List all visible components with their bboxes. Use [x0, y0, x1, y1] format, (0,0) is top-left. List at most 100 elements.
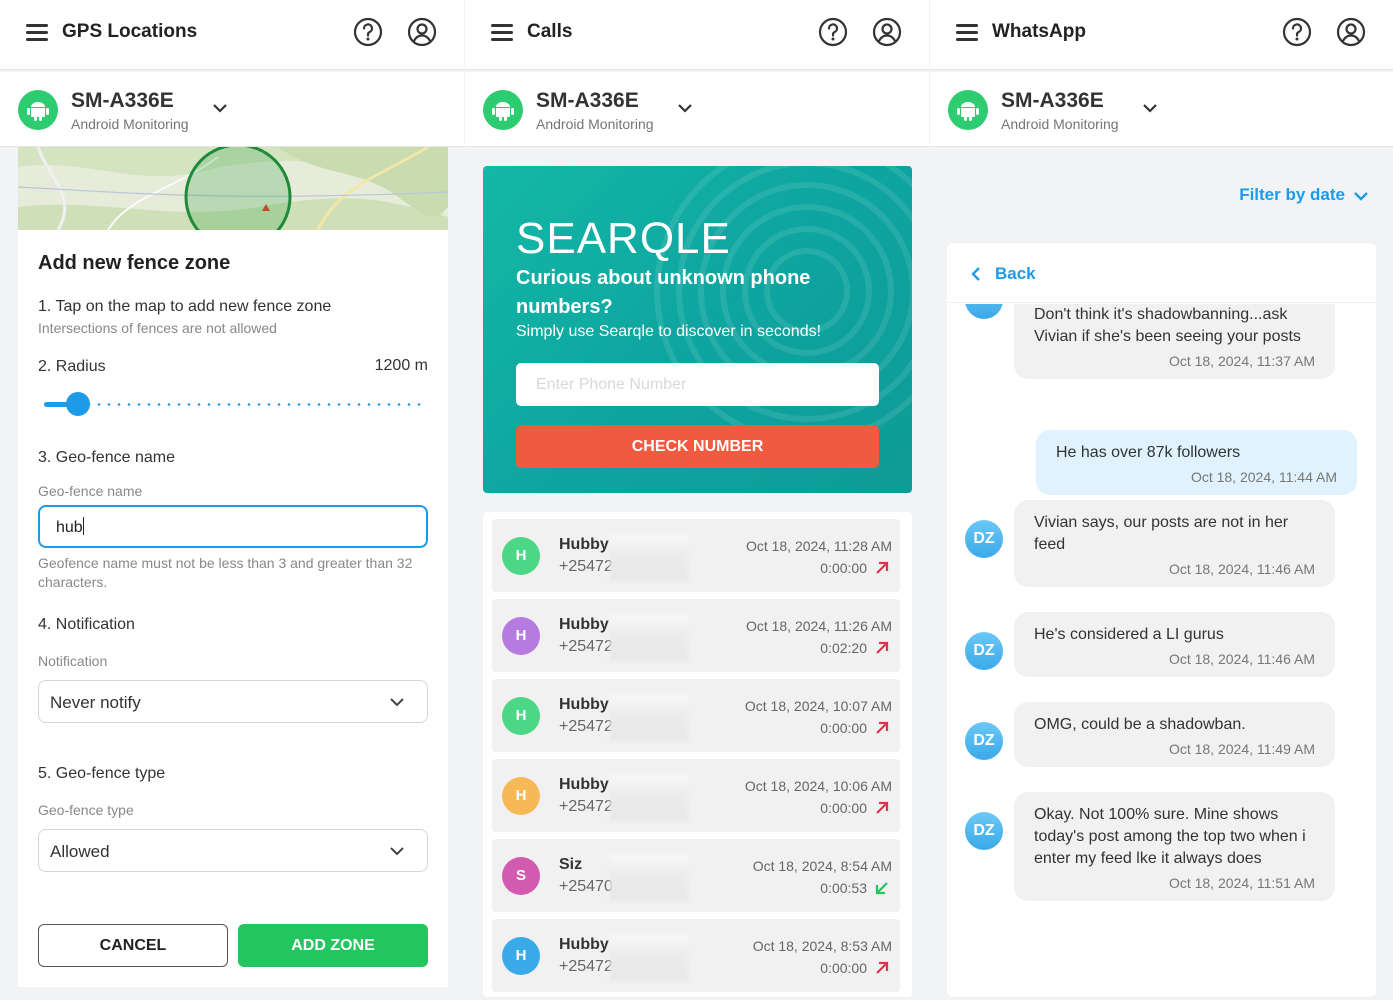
back-button[interactable]: Back: [995, 264, 1036, 284]
step-5-label: 5. Geo-fence type: [38, 765, 166, 782]
contact-avatar: H: [502, 697, 540, 735]
android-icon: [18, 90, 58, 130]
call-duration: 0:00:00: [820, 800, 867, 816]
map[interactable]: [18, 147, 448, 230]
banner-subtitle: Simply use Searqle to discover in second…: [516, 323, 822, 340]
help-icon[interactable]: [818, 17, 848, 47]
contact-avatar: H: [502, 937, 540, 975]
message-time: Oct 18, 2024, 11:49 AM: [1168, 741, 1315, 757]
outgoing-call-icon: [876, 641, 889, 654]
step-1-label: 1. Tap on the map to add new fence zone: [38, 298, 332, 315]
notification-label: Notification: [38, 653, 108, 669]
help-icon[interactable]: [353, 17, 383, 47]
android-icon: [948, 90, 988, 130]
call-row[interactable]: S Siz +25470 Oct 18, 2024, 8:54 AM 0:00:53: [492, 839, 900, 912]
call-duration: 0:00:00: [820, 560, 867, 576]
contact-avatar: H: [502, 537, 540, 575]
redaction-blur: [610, 935, 688, 981]
sender-avatar: DZ: [965, 632, 1003, 670]
add-zone-button[interactable]: ADD ZONE: [238, 924, 428, 967]
help-icon[interactable]: [1282, 17, 1312, 47]
name-field-label: Geo-fence name: [38, 483, 143, 499]
incoming-message: OMG, could be a shadowban. Oct 18, 2024, …: [1014, 702, 1335, 767]
geofence-name-input[interactable]: hub: [38, 505, 428, 548]
contact-name: Hubby: [559, 776, 609, 793]
account-icon[interactable]: [1336, 17, 1366, 47]
sender-avatar: DZ: [965, 722, 1003, 760]
device-selector[interactable]: SM-A336E Android Monitoring: [930, 72, 1393, 147]
message-time: Oct 18, 2024, 11:46 AM: [1168, 561, 1315, 577]
cancel-button[interactable]: CANCEL: [38, 924, 228, 967]
page-title: WhatsApp: [992, 21, 1086, 42]
device-subtitle: Android Monitoring: [536, 116, 654, 132]
message-time: Oct 18, 2024, 11:46 AM: [1168, 651, 1315, 667]
sender-avatar: DZ: [965, 520, 1003, 558]
incoming-message: Don't think it's shadowbanning...ask Viv…: [1014, 304, 1335, 379]
phone-number: +25472: [559, 718, 613, 735]
banner-title: Curious about unknown phone numbers?: [516, 267, 811, 318]
check-number-button[interactable]: CHECK NUMBER: [516, 425, 879, 468]
call-row[interactable]: H Hubby +25472 Oct 18, 2024, 11:28 AM 0:00:0…: [492, 519, 900, 592]
incoming-message: Okay. Not 100% sure. Mine shows today's …: [1014, 792, 1335, 901]
account-icon[interactable]: [872, 17, 902, 47]
call-duration: 0:02:20: [820, 640, 867, 656]
call-row[interactable]: H Hubby +25472 Oct 18, 2024, 10:06 AM 0:00:0…: [492, 759, 900, 832]
top-bar: WhatsApp: [930, 0, 1393, 70]
page-title: GPS Locations: [62, 21, 198, 42]
device-selector[interactable]: SM-A336E Android Monitoring: [0, 72, 464, 147]
account-icon[interactable]: [407, 17, 437, 47]
menu-icon[interactable]: [491, 24, 513, 42]
notification-select[interactable]: Never notify: [38, 680, 428, 723]
call-date: Oct 18, 2024, 8:54 AM: [752, 858, 892, 874]
contact-name: Hubby: [559, 616, 609, 633]
message-text: Don't think it's shadowbanning...ask Viv…: [1034, 306, 1301, 345]
chat-header: Back: [947, 243, 1376, 303]
chat-window: Back DZ Don't think it's shadowbanning...…: [947, 243, 1376, 997]
menu-icon[interactable]: [956, 24, 978, 42]
radius-slider[interactable]: [44, 392, 422, 416]
contact-name: Hubby: [559, 936, 609, 953]
chevron-down-icon: [390, 847, 404, 856]
searqle-banner: SEARQLE Curious about unknown phone numb…: [483, 166, 912, 493]
message-list: DZ Don't think it's shadowbanning...ask V…: [947, 304, 1376, 997]
chevron-down-icon[interactable]: [677, 102, 693, 114]
device-name: SM-A336E: [1001, 89, 1104, 112]
call-row[interactable]: H Hubby +25472 Oct 18, 2024, 10:07 AM 0:00:0…: [492, 679, 900, 752]
menu-icon[interactable]: [26, 24, 48, 42]
call-row[interactable]: H Hubby +25472 Oct 18, 2024, 11:26 AM 0:02:2…: [492, 599, 900, 672]
call-row[interactable]: H Hubby +25472 Oct 18, 2024, 8:53 AM 0:00:00: [492, 919, 900, 992]
slider-thumb[interactable]: [66, 392, 90, 416]
device-name: SM-A336E: [71, 89, 174, 112]
call-date: Oct 18, 2024, 11:28 AM: [745, 538, 892, 554]
call-duration: 0:00:00: [820, 960, 867, 976]
gps-panel: GPS Locations SM-A336E Android Monitorin…: [0, 0, 464, 1000]
phone-number: +25472: [559, 958, 613, 975]
message-text: He has over 87k followers: [1056, 444, 1241, 461]
message-text: Vivian says, our posts are not in her fe…: [1034, 514, 1289, 553]
chevron-down-icon[interactable]: [212, 102, 228, 114]
chevron-left-icon[interactable]: [971, 266, 981, 282]
phone-number-input[interactable]: [516, 363, 879, 406]
top-bar: GPS Locations: [0, 0, 464, 70]
step-1-hint: Intersections of fences are not allowed: [38, 320, 277, 336]
filter-by-date-button[interactable]: Filter by date: [1239, 185, 1345, 205]
device-subtitle: Android Monitoring: [1001, 116, 1119, 132]
call-date: Oct 18, 2024, 8:53 AM: [752, 938, 892, 954]
message-time: Oct 18, 2024, 11:44 AM: [1190, 469, 1337, 485]
call-list: H Hubby +25472 Oct 18, 2024, 11:28 AM 0:00:0…: [483, 512, 912, 997]
outgoing-call-icon: [876, 721, 889, 734]
searqle-logo: SEARQLE: [516, 214, 731, 263]
contact-name: Siz: [559, 856, 583, 873]
call-date: Oct 18, 2024, 10:07 AM: [744, 698, 892, 714]
chevron-down-icon[interactable]: [1142, 102, 1158, 114]
call-duration: 0:00:00: [820, 720, 867, 736]
step-4-label: 4. Notification: [38, 616, 135, 633]
sender-avatar: DZ: [965, 812, 1003, 850]
geofence-type-select[interactable]: Allowed: [38, 829, 428, 872]
chevron-down-icon[interactable]: [1353, 190, 1369, 202]
message-time: Oct 18, 2024, 11:51 AM: [1168, 875, 1315, 891]
phone-number: +25470: [559, 878, 613, 895]
message-time: Oct 18, 2024, 11:37 AM: [1168, 353, 1315, 369]
device-selector[interactable]: SM-A336E Android Monitoring: [465, 72, 929, 147]
call-date: Oct 18, 2024, 10:06 AM: [744, 778, 892, 794]
